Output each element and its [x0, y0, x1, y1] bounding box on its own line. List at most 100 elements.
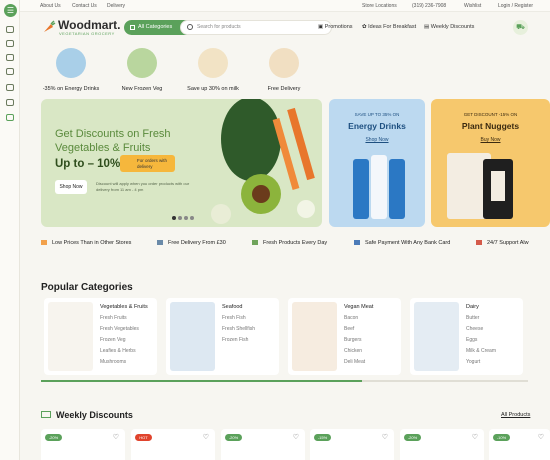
heart-icon[interactable]: ♡ — [293, 433, 299, 441]
popular-categories-title: Popular Categories — [41, 282, 133, 293]
category-card-vegetables[interactable]: Vegetables & Fruits Fresh Fruits Fresh V… — [44, 298, 157, 375]
meat-category-icon[interactable] — [6, 40, 14, 47]
category-link[interactable]: Fresh Fruits — [100, 315, 127, 321]
phone-number[interactable]: (319) 236-7908 — [412, 3, 446, 9]
heart-icon[interactable]: ♡ — [382, 433, 388, 441]
category-link[interactable]: Yogurt — [466, 359, 480, 365]
category-card-vegan-meat[interactable]: Vegan Meat Bacon Beef Burgers Chicken De… — [288, 298, 401, 375]
category-link[interactable]: Cheese — [466, 326, 483, 332]
category-link[interactable]: Mushrooms — [100, 359, 126, 365]
carousel-dot[interactable] — [172, 216, 176, 220]
category-title[interactable]: Vegan Meat — [344, 304, 373, 310]
hero-title: Get Discounts on Fresh Vegetables & Frui… — [55, 128, 171, 154]
promo-shop-now-link[interactable]: Shop Now — [329, 137, 425, 143]
quick-link-label[interactable]: Save up 30% on milk — [178, 86, 248, 92]
cart-icon[interactable]: ⛟ — [513, 20, 528, 35]
category-link[interactable]: Beef — [344, 326, 354, 332]
brand-tagline: VEGETARIAN GROCERY — [59, 31, 115, 36]
category-image — [170, 302, 215, 371]
search-icon — [187, 24, 193, 30]
category-link[interactable]: Fresh Shellfish — [222, 326, 255, 332]
heart-icon[interactable]: ♡ — [203, 433, 209, 441]
milk-thumb[interactable] — [198, 48, 228, 78]
category-title[interactable]: Dairy — [466, 304, 479, 310]
discount-icon — [41, 411, 51, 418]
carousel-dot[interactable] — [178, 216, 182, 220]
energy-category-icon[interactable] — [6, 26, 14, 33]
promotions-link[interactable]: ▣ Promotions — [318, 24, 353, 30]
carousel-scrollbar[interactable] — [41, 380, 528, 382]
feature-item: Low Prices Than in Other Stores — [41, 240, 131, 246]
product-card[interactable]: -20% ♡ — [400, 429, 484, 460]
quick-link-label[interactable]: Free Delivery — [249, 86, 319, 92]
quick-link-label[interactable]: -35% on Energy Drinks — [36, 86, 106, 92]
store-locations-link[interactable]: Store Locations — [362, 3, 397, 9]
category-title[interactable]: Seafood — [222, 304, 243, 310]
quick-link-label[interactable]: New Frozen Veg — [107, 86, 177, 92]
feature-item: Fresh Products Every Day — [252, 240, 327, 246]
frozen-veg-thumb[interactable] — [127, 48, 157, 78]
about-link[interactable]: About Us — [40, 3, 61, 9]
category-link[interactable]: Leafies & Herbs — [100, 348, 136, 354]
category-card-seafood[interactable]: Seafood Fresh Fish Fresh Shellfish Froze… — [166, 298, 279, 375]
carousel-dot[interactable] — [190, 216, 194, 220]
promo-kicker: GET DISCOUNT -15% ON — [463, 112, 518, 117]
product-card[interactable]: -20% ♡ — [41, 429, 125, 460]
vegetables-category-icon[interactable] — [6, 84, 14, 91]
wishlist-link[interactable]: Wishlist — [464, 3, 481, 9]
product-card[interactable]: -15% ♡ — [310, 429, 394, 460]
carrot-logo-icon[interactable] — [42, 20, 56, 34]
hero-shop-now-button[interactable]: Shop Now — [55, 180, 87, 194]
promo-title: Plant Nuggets — [461, 121, 520, 131]
category-link[interactable]: Butter — [466, 315, 479, 321]
hero-banner: Get Discounts on Fresh Vegetables & Frui… — [41, 99, 322, 227]
carousel-dot[interactable] — [184, 216, 188, 220]
discount-category-icon[interactable] — [6, 114, 14, 121]
search-placeholder: Search for products — [197, 24, 241, 30]
ideas-breakfast-link[interactable]: ✿ Ideas For Breakfast — [362, 24, 416, 30]
heart-icon[interactable]: ♡ — [538, 433, 544, 441]
heart-icon[interactable]: ♡ — [113, 433, 119, 441]
category-card-dairy[interactable]: Dairy Butter Cheese Eggs Milk & Cream Yo… — [410, 298, 523, 375]
hot-badge: HOT — [135, 434, 152, 441]
category-link[interactable]: Burgers — [344, 337, 362, 343]
features-bar: Low Prices Than in Other Stores Free Del… — [41, 238, 550, 250]
feature-item: Free Delivery From £30 — [157, 240, 226, 246]
search-input[interactable]: Search for products — [180, 20, 332, 35]
category-link[interactable]: Eggs — [466, 337, 477, 343]
category-link[interactable]: Milk & Cream — [466, 348, 496, 354]
category-link[interactable]: Deli Meat — [344, 359, 365, 365]
delivery-link[interactable]: Delivery — [107, 3, 125, 9]
drinks-category-icon[interactable] — [6, 99, 14, 106]
all-products-link[interactable]: All Products — [501, 412, 530, 418]
truck-icon — [157, 240, 163, 246]
promo-buy-now-link[interactable]: Buy Now — [431, 137, 550, 143]
menu-icon[interactable]: ☰ — [4, 4, 17, 17]
category-link[interactable]: Frozen Fish — [222, 337, 248, 343]
product-card[interactable]: -10% ♡ — [489, 429, 550, 460]
weekly-discounts-link[interactable]: ▤ Weekly Discounts — [424, 24, 474, 30]
carousel-scrollbar-thumb[interactable] — [41, 380, 363, 382]
discount-badge: -10% — [493, 434, 510, 441]
delivery-badge: For orders with delivery — [120, 155, 175, 172]
product-card[interactable]: -20% ♡ — [221, 429, 305, 460]
promo-energy-drinks[interactable]: SAVE UP TO 35% ON Energy Drinks Shop Now — [329, 99, 425, 227]
category-link[interactable]: Bacon — [344, 315, 358, 321]
login-register-link[interactable]: Login / Register — [498, 3, 533, 9]
bakery-category-icon[interactable] — [6, 68, 14, 75]
promo-plant-nuggets[interactable]: GET DISCOUNT -15% ON Plant Nuggets Buy N… — [431, 99, 550, 227]
category-link[interactable]: Frozen Veg — [100, 337, 126, 343]
product-card[interactable]: HOT ♡ — [131, 429, 215, 460]
category-title[interactable]: Vegetables & Fruits — [100, 304, 148, 310]
free-delivery-thumb[interactable] — [269, 48, 299, 78]
feature-label: Free Delivery From £30 — [168, 240, 226, 246]
category-link[interactable]: Fresh Fish — [222, 315, 246, 321]
heart-icon[interactable]: ♡ — [472, 433, 478, 441]
category-link[interactable]: Chicken — [344, 348, 362, 354]
delivery-badge-text: For orders with delivery — [137, 158, 168, 169]
dairy-category-icon[interactable] — [6, 54, 14, 61]
contact-link[interactable]: Contact Us — [72, 3, 97, 9]
energy-drinks-thumb[interactable] — [56, 48, 86, 78]
brand-name[interactable]: Woodmart. — [58, 18, 120, 32]
category-link[interactable]: Fresh Vegetables — [100, 326, 139, 332]
